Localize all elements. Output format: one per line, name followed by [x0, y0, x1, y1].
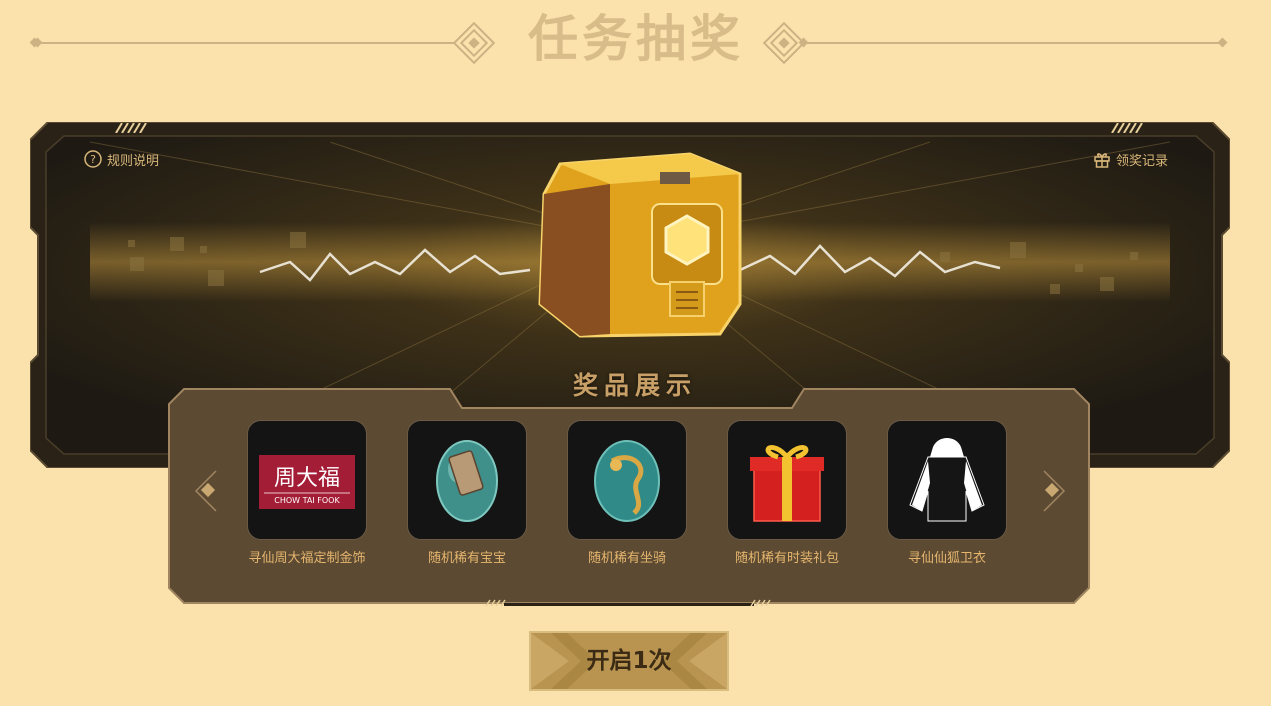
- open-once-button[interactable]: 开启1次: [529, 631, 729, 691]
- prize-label: 随机稀有坐骑: [587, 551, 666, 566]
- svg-text:周大福: 周大福: [274, 466, 340, 491]
- open-button-label: 开启1次: [586, 648, 672, 674]
- prize-frame: [567, 420, 687, 540]
- rules-link-label: 规则说明: [107, 153, 160, 169]
- pet-egg-icon: [436, 440, 498, 522]
- chow-tai-fook-logo-icon: 周大福 CHOW TAI FOOK: [259, 455, 355, 509]
- gift-box-icon: [750, 445, 824, 522]
- prize-frame: [407, 420, 527, 540]
- prize-label: 寻仙周大福定制金饰: [248, 551, 366, 566]
- question-circle-icon: ?: [84, 150, 102, 168]
- prize-label: 随机稀有时装礼包: [734, 551, 839, 566]
- prize-section-heading: 奖品展示: [572, 371, 697, 400]
- prize-item[interactable]: 随机稀有时装礼包: [727, 420, 847, 569]
- stage-top-edge: [112, 123, 1144, 133]
- title-divider-right: [800, 42, 1223, 44]
- diamond-ornament-icon: [452, 21, 496, 65]
- rules-link[interactable]: ? 规则说明: [84, 148, 159, 170]
- prize-frame: 周大福 CHOW TAI FOOK: [247, 420, 367, 540]
- title-row: 任务抽奖: [0, 0, 1271, 90]
- records-link[interactable]: 领奖记录: [1093, 148, 1168, 170]
- next-arrow-button[interactable]: [1038, 469, 1068, 513]
- prize-label: 随机稀有宝宝: [427, 551, 506, 566]
- page-title: 任务抽奖: [528, 10, 744, 68]
- prize-item[interactable]: 随机稀有宝宝: [407, 420, 527, 569]
- svg-text:CHOW TAI FOOK: CHOW TAI FOOK: [274, 496, 340, 505]
- prize-item[interactable]: 寻仙仙狐卫衣: [887, 420, 1007, 569]
- prize-item[interactable]: 周大福 CHOW TAI FOOK 寻仙周大福定制金饰: [247, 420, 367, 569]
- prize-label: 寻仙仙狐卫衣: [907, 551, 986, 566]
- prize-frame: [887, 420, 1007, 540]
- title-divider-left: [34, 42, 454, 44]
- records-link-label: 领奖记录: [1116, 153, 1169, 169]
- hoodie-icon: [909, 438, 985, 522]
- prize-item[interactable]: 随机稀有坐骑: [567, 420, 687, 569]
- mount-egg-icon: [594, 440, 660, 522]
- prize-frame: [727, 420, 847, 540]
- prev-arrow-button[interactable]: [192, 469, 222, 513]
- svg-text:?: ?: [90, 153, 96, 166]
- gift-icon: [1094, 153, 1110, 168]
